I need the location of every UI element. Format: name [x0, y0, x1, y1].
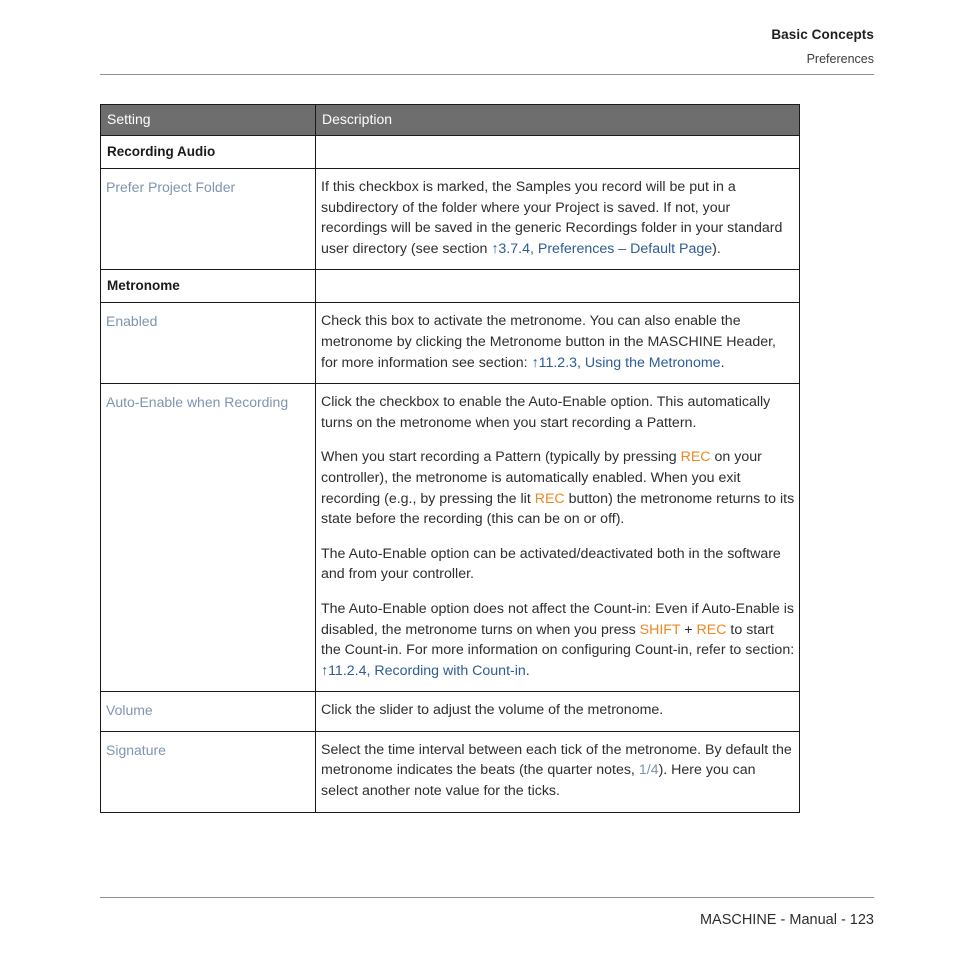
setting-name: Prefer Project Folder	[100, 167, 316, 271]
footer-page-label: MASCHINE - Manual - 123	[699, 912, 874, 928]
manual-page: Basic Concepts Preferences Setting Descr…	[0, 0, 954, 954]
group-description-empty	[315, 135, 800, 169]
group-description-empty	[315, 269, 800, 304]
description-text: When you start recording a Pattern (typi…	[321, 449, 681, 466]
setting-name: Auto-Enable when Recording	[100, 383, 316, 693]
table-row: Volume Click the slider to adjust the vol…	[100, 691, 800, 732]
table-row: Signature Select the time interval betwee…	[100, 730, 800, 813]
setting-description: Click the slider to adjust the volume of…	[315, 691, 800, 732]
description-text: Click the slider to adjust the volume of…	[321, 702, 664, 719]
setting-name: Signature	[100, 730, 316, 813]
description-paragraph: The Auto-Enable option can be activated/…	[321, 544, 795, 585]
running-head-chapter: Basic Concepts	[771, 27, 874, 42]
hardware-key-label: SHIFT	[639, 621, 681, 638]
description-text: .	[720, 354, 725, 371]
setting-description: Check this box to activate the metronome…	[315, 302, 800, 385]
group-label: Recording Audio	[100, 135, 316, 169]
table-row: Prefer Project Folder If this checkbox is…	[100, 167, 800, 271]
description-paragraph: The Auto-Enable option does not affect t…	[321, 599, 795, 681]
header-divider	[100, 74, 874, 75]
table-group-row: Recording Audio	[100, 135, 800, 169]
hardware-key-label: REC	[534, 490, 565, 507]
running-head: Basic Concepts Preferences	[100, 26, 874, 68]
table-row: Auto-Enable when Recording Click the chec…	[100, 383, 800, 693]
cross-reference-link[interactable]: ↑11.2.4, Recording with Count-in	[321, 663, 526, 679]
setting-description: Click the checkbox to enable the Auto-En…	[315, 383, 800, 693]
setting-description: Select the time interval between each ti…	[315, 730, 800, 813]
setting-name: Enabled	[100, 302, 316, 385]
hardware-key-label: REC	[680, 449, 711, 466]
setting-description: If this checkbox is marked, the Samples …	[315, 167, 800, 271]
description-paragraph: When you start recording a Pattern (typi…	[321, 447, 795, 529]
running-head-section: Preferences	[806, 52, 874, 66]
cross-reference-link[interactable]: ↑11.2.3, Using the Metronome	[532, 355, 721, 371]
table-group-row: Metronome	[100, 269, 800, 304]
table-row: Enabled Check this box to activate the me…	[100, 302, 800, 385]
description-paragraph: Select the time interval between each ti…	[321, 740, 795, 802]
description-paragraph: Click the slider to adjust the volume of…	[321, 700, 795, 721]
group-label: Metronome	[100, 269, 316, 304]
footer-divider	[100, 897, 874, 898]
description-text: The Auto-Enable option can be activated/…	[321, 545, 781, 583]
description-paragraph: If this checkbox is marked, the Samples …	[321, 177, 795, 259]
description-paragraph: Click the checkbox to enable the Auto-En…	[321, 392, 795, 433]
table-header-row: Setting Description	[100, 104, 800, 136]
table-body: Recording Audio Prefer Project Folder If …	[100, 135, 800, 813]
column-header-description: Description	[315, 104, 800, 136]
description-text: +	[680, 621, 697, 638]
preferences-settings-table: Setting Description Recording Audio Pref…	[100, 104, 800, 813]
column-header-setting: Setting	[100, 104, 316, 136]
description-paragraph: Check this box to activate the metronome…	[321, 311, 795, 373]
description-text: ).	[712, 240, 721, 257]
description-text: .	[525, 662, 530, 679]
description-text: Click the checkbox to enable the Auto-En…	[321, 394, 771, 431]
cross-reference-link[interactable]: ↑3.7.4, Preferences – Default Page	[491, 241, 712, 257]
value-label: 1/4	[638, 762, 659, 779]
setting-name: Volume	[100, 691, 316, 732]
hardware-key-label: REC	[696, 621, 727, 638]
